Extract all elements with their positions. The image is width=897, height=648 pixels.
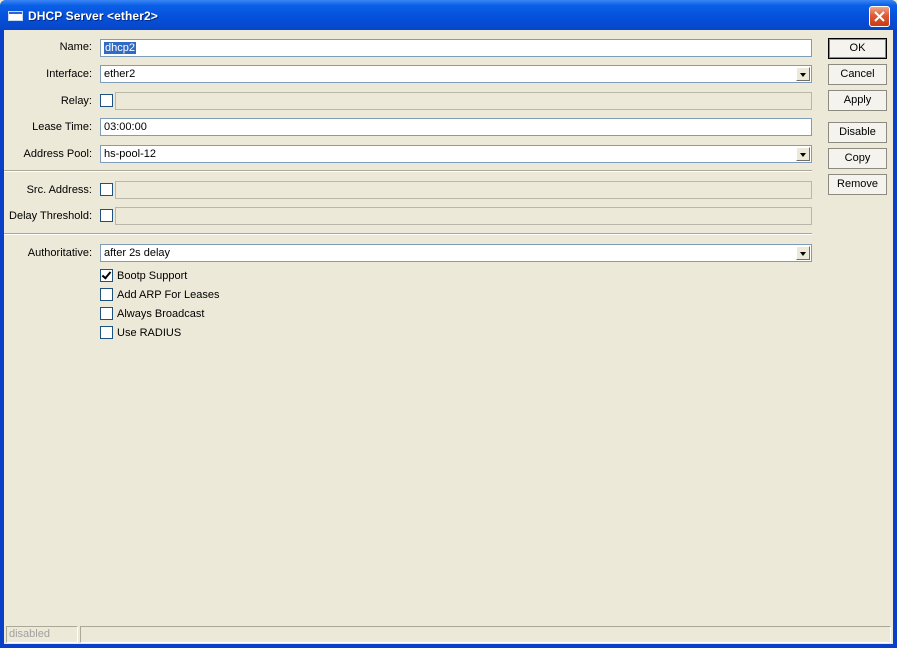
window-icon — [8, 11, 23, 21]
address-pool-label: Address Pool: — [23, 148, 92, 160]
lease-time-field[interactable]: 03:00:00 — [100, 118, 812, 136]
chevron-down-icon[interactable] — [796, 67, 810, 81]
separator — [4, 233, 812, 235]
title-bar[interactable]: DHCP Server <ether2> — [0, 0, 897, 30]
always-broadcast-checkbox[interactable] — [100, 307, 113, 320]
address-pool-value: hs-pool-12 — [104, 148, 156, 160]
authoritative-label: Authoritative: — [27, 247, 92, 259]
delay-threshold-label: Delay Threshold: — [9, 210, 92, 222]
lease-time-value: 03:00:00 — [104, 121, 147, 133]
ok-button[interactable]: OK — [828, 38, 887, 59]
use-radius-label: Use RADIUS — [117, 327, 182, 339]
add-arp-for-leases-label: Add ARP For Leases — [117, 289, 220, 301]
status-bar: disabled — [4, 626, 893, 644]
relay-checkbox[interactable] — [100, 94, 113, 107]
name-field[interactable]: dhcp2 — [100, 39, 812, 57]
separator — [4, 170, 812, 172]
bootp-support-label: Bootp Support — [117, 270, 188, 282]
apply-button[interactable]: Apply — [828, 90, 887, 111]
window-title: DHCP Server <ether2> — [28, 9, 158, 23]
remove-button[interactable]: Remove — [828, 174, 887, 195]
cancel-button[interactable]: Cancel — [828, 64, 887, 85]
delay-threshold-checkbox[interactable] — [100, 209, 113, 222]
copy-button[interactable]: Copy — [828, 148, 887, 169]
close-icon — [874, 11, 885, 22]
lease-time-label: Lease Time: — [32, 121, 92, 133]
add-arp-for-leases-checkbox[interactable] — [100, 288, 113, 301]
chevron-down-icon[interactable] — [796, 246, 810, 260]
relay-label: Relay: — [60, 95, 92, 107]
src-address-checkbox[interactable] — [100, 183, 113, 196]
disable-button[interactable]: Disable — [828, 122, 887, 143]
status-message — [80, 626, 891, 643]
status-state: disabled — [6, 626, 78, 643]
src-address-label: Src. Address: — [26, 184, 92, 196]
interface-select[interactable]: ether2 — [100, 65, 812, 83]
dhcp-server-window: DHCP Server <ether2> Name: dhcp2 Interfa… — [0, 0, 897, 648]
authoritative-select[interactable]: after 2s delay — [100, 244, 812, 262]
src-address-field — [115, 181, 812, 199]
authoritative-value: after 2s delay — [104, 247, 171, 259]
interface-value: ether2 — [104, 68, 136, 80]
relay-field — [115, 92, 812, 110]
name-label: Name: — [59, 41, 92, 53]
chevron-down-icon[interactable] — [796, 147, 810, 161]
bootp-support-checkbox[interactable] — [100, 269, 113, 282]
delay-threshold-field — [115, 207, 812, 225]
interface-label: Interface: — [46, 68, 92, 80]
close-button[interactable] — [869, 6, 890, 27]
name-value: dhcp2 — [104, 42, 136, 54]
form-area: Name: dhcp2 Interface: ether2 Relay: Lea… — [4, 30, 893, 644]
use-radius-checkbox[interactable] — [100, 326, 113, 339]
address-pool-select[interactable]: hs-pool-12 — [100, 145, 812, 163]
always-broadcast-label: Always Broadcast — [117, 308, 205, 320]
